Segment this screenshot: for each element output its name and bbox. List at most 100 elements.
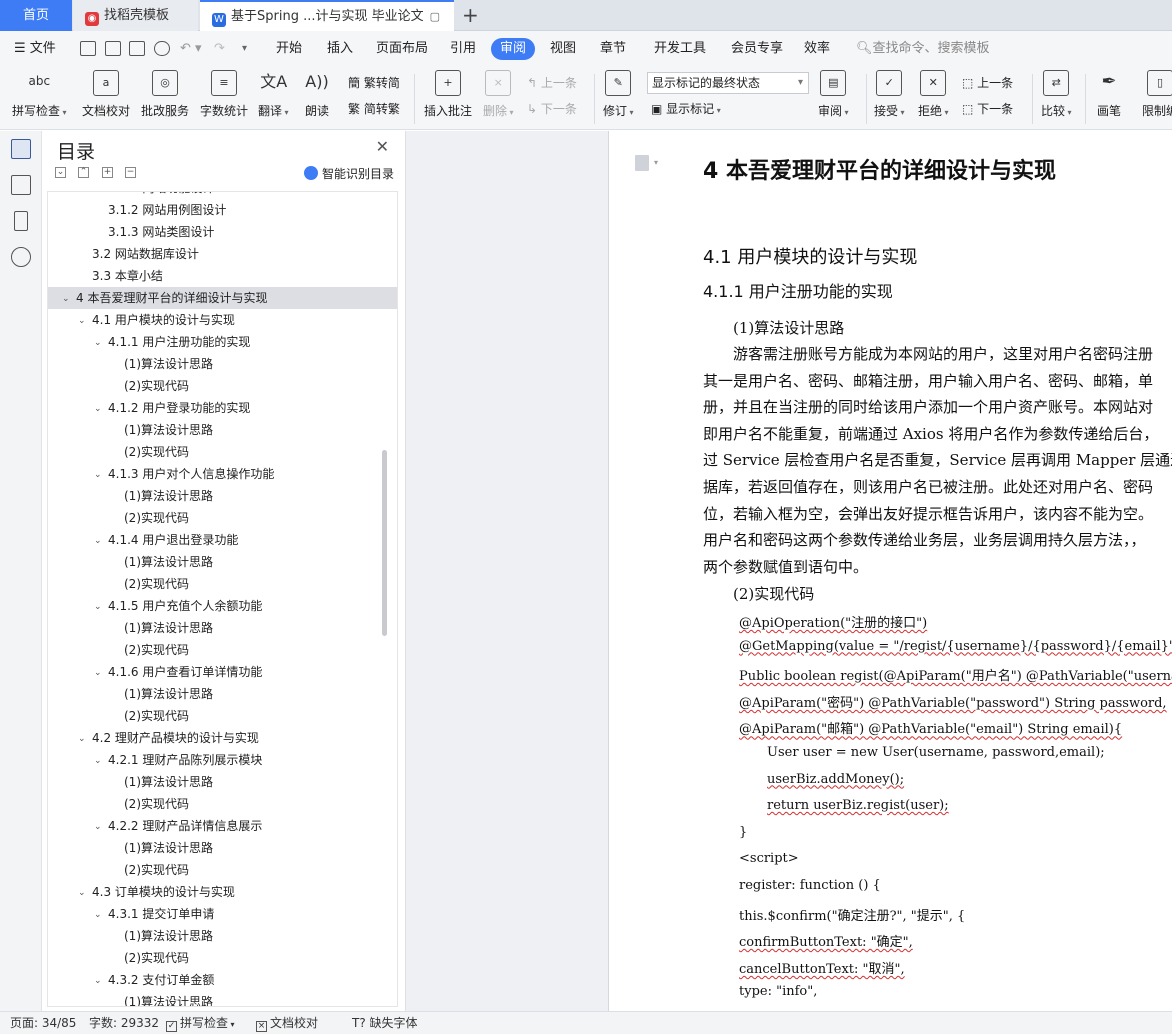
chevron-down-icon[interactable]: ⌄ bbox=[94, 530, 102, 552]
toc-item[interactable]: (2)实现代码 bbox=[48, 947, 397, 969]
toc-item[interactable]: (2)实现代码 bbox=[48, 375, 397, 397]
export-pdf-icon[interactable] bbox=[105, 41, 121, 56]
toc-item[interactable]: (1)算法设计思路 bbox=[48, 551, 397, 573]
chevron-down-icon[interactable]: ⌄ bbox=[62, 288, 70, 310]
menu-page-layout[interactable]: 页面布局 bbox=[376, 31, 428, 66]
revise-service-button[interactable]: ◎ 批改服务 bbox=[141, 70, 189, 119]
redo-icon[interactable]: ↷ bbox=[214, 31, 225, 66]
toc-item[interactable]: (2)实现代码 bbox=[48, 859, 397, 881]
toc-item[interactable]: ⌄ 4.2.2 理财产品详情信息展示 bbox=[48, 815, 397, 837]
bookmark-icon[interactable] bbox=[14, 211, 28, 231]
collapse-all-icon[interactable]: ⌄ bbox=[55, 167, 66, 178]
toc-item[interactable]: ⌄ 4.3.1 提交订单申请 bbox=[48, 903, 397, 925]
accept-button[interactable]: ✓ 接受 ▾ bbox=[874, 70, 905, 119]
menu-developer[interactable]: 开发工具 bbox=[654, 31, 706, 66]
chevron-down-icon[interactable]: ⌄ bbox=[94, 464, 102, 486]
remove-heading-icon[interactable]: − bbox=[125, 167, 136, 178]
undo-icon[interactable]: ↶ ▾ bbox=[180, 31, 202, 66]
trad-to-simp-button[interactable]: 簡 繁转简 bbox=[348, 74, 400, 91]
translate-button[interactable]: 文A 翻译 ▾ bbox=[258, 70, 289, 119]
quick-access-more-icon[interactable]: ▾ bbox=[242, 31, 247, 66]
chevron-down-icon[interactable]: ⌄ bbox=[94, 816, 102, 838]
toc-item[interactable]: ⌄ 4.1.2 用户登录功能的实现 bbox=[48, 397, 397, 419]
close-icon[interactable]: ✕ bbox=[376, 137, 389, 156]
menu-insert[interactable]: 插入 bbox=[327, 31, 353, 66]
toc-item[interactable]: (1)算法设计思路 bbox=[48, 837, 397, 859]
toc-item[interactable]: 3.2 网站数据库设计 bbox=[48, 243, 397, 265]
toc-item[interactable]: (2)实现代码 bbox=[48, 573, 397, 595]
toc-item[interactable]: 3.1.2 网站用例图设计 bbox=[48, 199, 397, 221]
delete-comment-button[interactable]: × 删除 ▾ bbox=[483, 70, 514, 119]
pen-button[interactable]: ✒ 画笔 bbox=[1096, 70, 1122, 119]
menu-efficiency[interactable]: 效率 bbox=[804, 31, 830, 66]
toc-item[interactable]: (2)实现代码 bbox=[48, 793, 397, 815]
toc-scrollbar[interactable] bbox=[382, 450, 387, 636]
toc-item[interactable]: ⌄ 4 本吾爱理财平台的详细设计与实现 bbox=[48, 287, 397, 309]
toc-item[interactable]: (1)算法设计思路 bbox=[48, 353, 397, 375]
toc-item[interactable]: ⌄ 4.1 用户模块的设计与实现 bbox=[48, 309, 397, 331]
window-icon[interactable]: ▢ bbox=[430, 10, 440, 23]
reject-button[interactable]: ✕ 拒绝 ▾ bbox=[918, 70, 949, 119]
expand-up-icon[interactable]: ⌃ bbox=[78, 167, 89, 178]
next-change-button[interactable]: ⬚ 下一条 bbox=[962, 100, 1013, 117]
outline-icon[interactable] bbox=[11, 139, 31, 159]
toc-item[interactable]: (2)实现代码 bbox=[48, 507, 397, 529]
save-icon[interactable] bbox=[80, 41, 96, 56]
toc-item[interactable]: (1)算法设计思路 bbox=[48, 925, 397, 947]
track-changes-button[interactable]: ✎ 修订 ▾ bbox=[603, 70, 634, 119]
toc-item[interactable]: ⌄ 4.1.3 用户对个人信息操作功能 bbox=[48, 463, 397, 485]
toc-item[interactable]: 3.1.1 网站功能设计 bbox=[48, 192, 397, 199]
prev-comment-button[interactable]: ↰ 上一条 bbox=[527, 74, 577, 91]
show-markup-button[interactable]: ▣ 显示标记 ▾ bbox=[651, 100, 721, 117]
chevron-down-icon[interactable]: ⌄ bbox=[94, 662, 102, 684]
page-indicator[interactable]: 页面: 34/85 bbox=[10, 1012, 76, 1035]
menu-file[interactable]: ☰ 文件 bbox=[14, 31, 56, 66]
smart-toc-button[interactable]: 智能识别目录 bbox=[304, 165, 394, 182]
toc-item[interactable]: (1)算法设计思路 bbox=[48, 991, 397, 1006]
read-aloud-button[interactable]: A)) 朗读 bbox=[304, 70, 330, 119]
toc-item[interactable]: ⌄ 4.3 订单模块的设计与实现 bbox=[48, 881, 397, 903]
compare-button[interactable]: ⇄ 比较 ▾ bbox=[1041, 70, 1072, 119]
spell-check-status[interactable]: ✓ 拼写检查 ▾ bbox=[166, 1012, 235, 1035]
proofread-status[interactable]: × 文档校对 bbox=[256, 1012, 318, 1035]
proofread-button[interactable]: a 文档校对 bbox=[82, 70, 130, 119]
toc-item[interactable]: (2)实现代码 bbox=[48, 639, 397, 661]
spell-check-button[interactable]: abc 拼写检查 ▾ bbox=[12, 70, 67, 119]
chevron-down-icon[interactable]: ⌄ bbox=[94, 596, 102, 618]
toc-item[interactable]: (1)算法设计思路 bbox=[48, 683, 397, 705]
tab-document[interactable]: W 基于Spring ...计与实现 毕业论文 ▢ bbox=[200, 0, 454, 31]
menu-start[interactable]: 开始 bbox=[276, 31, 302, 66]
add-heading-icon[interactable]: + bbox=[102, 167, 113, 178]
toc-item[interactable]: ⌄ 4.2 理财产品模块的设计与实现 bbox=[48, 727, 397, 749]
command-search[interactable]: 🔍︎查找命令、搜索模板 bbox=[856, 31, 990, 66]
restrict-edit-button[interactable]: ▯ 限制编 bbox=[1142, 70, 1172, 119]
chevron-down-icon[interactable]: ⌄ bbox=[94, 904, 102, 926]
toc-item[interactable]: ⌄ 4.2.1 理财产品陈列展示模块 bbox=[48, 749, 397, 771]
toc-item[interactable]: ⌄ 4.3.2 支付订单金额 bbox=[48, 969, 397, 991]
toc-item[interactable]: 3.3 本章小结 bbox=[48, 265, 397, 287]
toc-item[interactable]: (1)算法设计思路 bbox=[48, 419, 397, 441]
document-icon[interactable] bbox=[635, 155, 649, 171]
simp-to-trad-button[interactable]: 繁 简转繁 bbox=[348, 100, 400, 117]
find-icon[interactable] bbox=[11, 247, 31, 267]
toc-item[interactable]: (2)实现代码 bbox=[48, 705, 397, 727]
toc-item[interactable]: ⌄ 4.1.5 用户充值个人余额功能 bbox=[48, 595, 397, 617]
next-comment-button[interactable]: ↳ 下一条 bbox=[527, 100, 577, 117]
print-icon[interactable] bbox=[129, 41, 145, 56]
chevron-down-icon[interactable]: ⌄ bbox=[78, 310, 86, 332]
menu-review[interactable]: 审阅 bbox=[491, 38, 536, 60]
toc-item[interactable]: (2)实现代码 bbox=[48, 441, 397, 463]
chevron-down-icon[interactable]: ⌄ bbox=[94, 332, 102, 354]
toc-item[interactable]: 3.1.3 网站类图设计 bbox=[48, 221, 397, 243]
toc-item[interactable]: (1)算法设计思路 bbox=[48, 617, 397, 639]
toc-item[interactable]: ⌄ 4.1.1 用户注册功能的实现 bbox=[48, 331, 397, 353]
menu-reference[interactable]: 引用 bbox=[450, 31, 476, 66]
print-preview-icon[interactable] bbox=[154, 41, 170, 56]
chevron-down-icon[interactable]: ⌄ bbox=[94, 750, 102, 772]
chevron-down-icon[interactable]: ⌄ bbox=[94, 398, 102, 420]
chevron-down-icon[interactable]: ▾ bbox=[654, 158, 658, 167]
menu-view[interactable]: 视图 bbox=[550, 31, 576, 66]
menu-chapter[interactable]: 章节 bbox=[600, 31, 626, 66]
word-count-button[interactable]: ≡ 字数统计 bbox=[200, 70, 248, 119]
chevron-down-icon[interactable]: ⌄ bbox=[78, 882, 86, 904]
